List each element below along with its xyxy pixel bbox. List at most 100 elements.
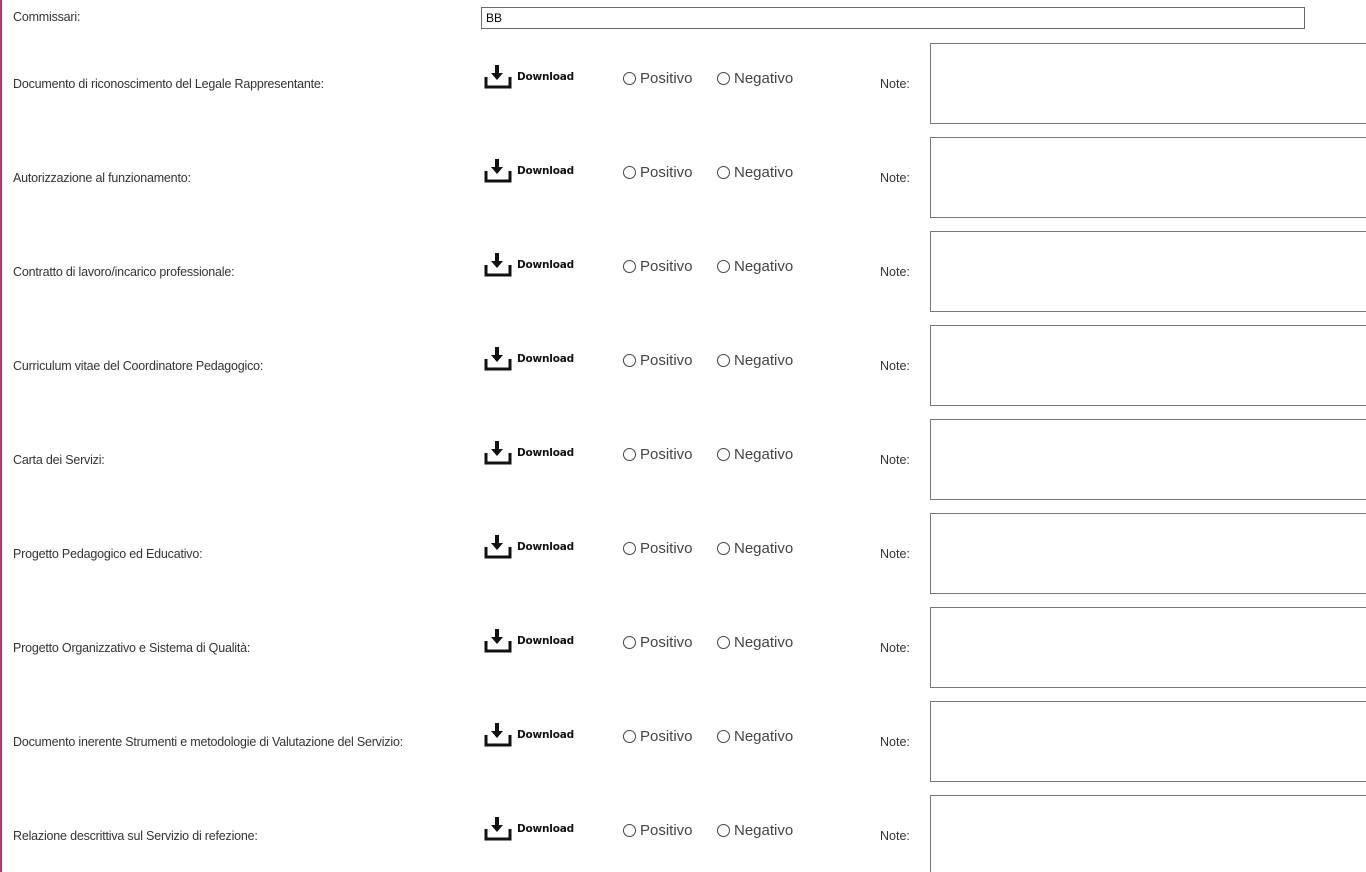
radio-negativo[interactable]: Negativo (717, 727, 817, 747)
radio-positivo[interactable]: Positivo (623, 69, 713, 89)
document-row: Progetto Organizzativo e Sistema di Qual… (0, 607, 1366, 701)
download-icon (484, 817, 512, 841)
download-button[interactable]: Download (484, 159, 584, 189)
radio-positivo[interactable]: Positivo (623, 445, 713, 465)
radio-positivo-label: Positivo (640, 728, 693, 745)
download-icon (484, 441, 512, 465)
radio-icon (717, 166, 730, 179)
note-textarea[interactable] (930, 325, 1366, 406)
download-label: Download (517, 259, 574, 271)
radio-icon (717, 730, 730, 743)
document-row: Documento di riconoscimento del Legale R… (0, 43, 1366, 137)
radio-positivo-label: Positivo (640, 540, 693, 557)
note-label: Note: (880, 641, 910, 655)
download-button[interactable]: Download (484, 65, 584, 95)
note-label: Note: (880, 77, 910, 91)
document-row: Curriculum vitae del Coordinatore Pedago… (0, 325, 1366, 419)
document-row: Contratto di lavoro/incarico professiona… (0, 231, 1366, 325)
download-label: Download (517, 823, 574, 835)
radio-negativo[interactable]: Negativo (717, 257, 817, 277)
radio-positivo-label: Positivo (640, 634, 693, 651)
radio-negativo-label: Negativo (734, 822, 794, 839)
download-label: Download (517, 353, 574, 365)
download-button[interactable]: Download (484, 441, 584, 471)
radio-positivo[interactable]: Positivo (623, 727, 713, 747)
radio-positivo[interactable]: Positivo (623, 163, 713, 183)
radio-negativo[interactable]: Negativo (717, 445, 817, 465)
download-icon (484, 65, 512, 89)
radio-negativo[interactable]: Negativo (717, 163, 817, 183)
radio-icon (623, 542, 636, 555)
radio-icon (623, 72, 636, 85)
document-row: Carta dei Servizi: Download Positivo Neg… (0, 419, 1366, 513)
commissari-label: Commissari: (13, 10, 81, 24)
download-icon (484, 159, 512, 183)
document-label: Progetto Organizzativo e Sistema di Qual… (13, 641, 251, 655)
radio-positivo[interactable]: Positivo (623, 257, 713, 277)
radio-icon (717, 72, 730, 85)
radio-icon (623, 730, 636, 743)
download-button[interactable]: Download (484, 535, 584, 565)
download-button[interactable]: Download (484, 723, 584, 753)
note-textarea[interactable] (930, 419, 1366, 500)
download-button[interactable]: Download (484, 817, 584, 847)
radio-negativo[interactable]: Negativo (717, 821, 817, 841)
commissari-input[interactable] (481, 7, 1305, 29)
radio-negativo[interactable]: Negativo (717, 69, 817, 89)
download-label: Download (517, 541, 574, 553)
radio-negativo-label: Negativo (734, 446, 794, 463)
radio-negativo[interactable]: Negativo (717, 539, 817, 559)
note-textarea[interactable] (930, 701, 1366, 782)
commissari-row: Commissari: (0, 0, 1366, 38)
note-textarea[interactable] (930, 231, 1366, 312)
note-textarea[interactable] (930, 795, 1366, 872)
note-textarea[interactable] (930, 607, 1366, 688)
radio-positivo[interactable]: Positivo (623, 633, 713, 653)
radio-negativo-label: Negativo (734, 70, 794, 87)
download-icon (484, 253, 512, 277)
radio-positivo-label: Positivo (640, 70, 693, 87)
note-label: Note: (880, 265, 910, 279)
radio-icon (717, 824, 730, 837)
document-label: Carta dei Servizi: (13, 453, 105, 467)
radio-positivo[interactable]: Positivo (623, 539, 713, 559)
verification-form: Commissari: Documento di riconoscimento … (0, 0, 1366, 872)
radio-positivo[interactable]: Positivo (623, 821, 713, 841)
radio-positivo-label: Positivo (640, 164, 693, 181)
download-label: Download (517, 635, 574, 647)
note-label: Note: (880, 453, 910, 467)
radio-negativo-label: Negativo (734, 728, 794, 745)
document-label: Documento di riconoscimento del Legale R… (13, 77, 324, 91)
note-textarea[interactable] (930, 513, 1366, 594)
document-row: Relazione descrittiva sul Servizio di re… (0, 795, 1366, 872)
radio-negativo[interactable]: Negativo (717, 633, 817, 653)
note-label: Note: (880, 829, 910, 843)
radio-icon (717, 542, 730, 555)
radio-positivo-label: Positivo (640, 258, 693, 275)
download-icon (484, 347, 512, 371)
radio-negativo[interactable]: Negativo (717, 351, 817, 371)
document-label: Progetto Pedagogico ed Educativo: (13, 547, 203, 561)
document-label: Contratto di lavoro/incarico professiona… (13, 265, 235, 279)
radio-icon (717, 354, 730, 367)
note-textarea[interactable] (930, 137, 1366, 218)
radio-negativo-label: Negativo (734, 352, 794, 369)
document-label: Autorizzazione al funzionamento: (13, 171, 191, 185)
radio-negativo-label: Negativo (734, 258, 794, 275)
note-textarea[interactable] (930, 43, 1366, 124)
download-button[interactable]: Download (484, 253, 584, 283)
radio-icon (717, 448, 730, 461)
note-label: Note: (880, 171, 910, 185)
radio-positivo[interactable]: Positivo (623, 351, 713, 371)
download-label: Download (517, 71, 574, 83)
note-label: Note: (880, 547, 910, 561)
radio-icon (623, 166, 636, 179)
download-label: Download (517, 165, 574, 177)
radio-negativo-label: Negativo (734, 540, 794, 557)
radio-negativo-label: Negativo (734, 164, 794, 181)
download-button[interactable]: Download (484, 629, 584, 659)
radio-icon (623, 824, 636, 837)
download-button[interactable]: Download (484, 347, 584, 377)
document-row: Progetto Pedagogico ed Educativo: Downlo… (0, 513, 1366, 607)
document-label: Documento inerente Strumenti e metodolog… (13, 735, 403, 749)
